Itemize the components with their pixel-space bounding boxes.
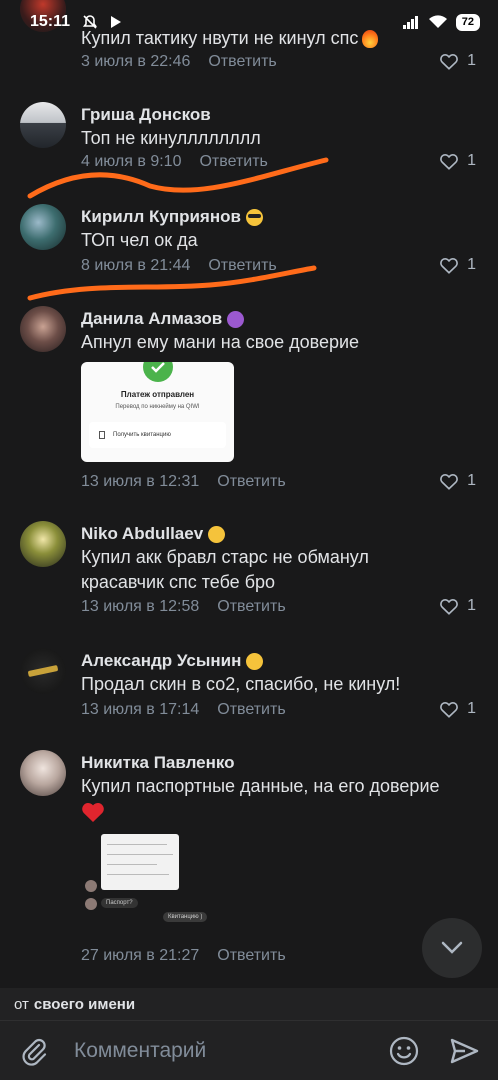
heart-icon xyxy=(440,702,459,718)
like-button[interactable]: 1 xyxy=(439,52,476,70)
emoji-button[interactable] xyxy=(388,1035,420,1067)
chat-bubble: Квитанцию ) xyxy=(163,912,208,922)
comment-author[interactable]: Данила Алмазов xyxy=(81,308,222,330)
reply-button[interactable]: Ответить xyxy=(217,597,285,617)
comment-author[interactable]: Гриша Донсков xyxy=(81,104,211,126)
comment-item: Кирилл Куприянов ТОп чел ок да 8 июля в … xyxy=(0,204,498,284)
reply-button[interactable]: Ответить xyxy=(217,946,285,966)
avatar[interactable] xyxy=(20,204,66,250)
comment-item: Гриша Донсков Топ не кинулллллллл 4 июля… xyxy=(0,102,498,182)
comment-text: красавчик спс тебе бро xyxy=(81,572,276,592)
comment-author[interactable]: Кирилл Куприянов xyxy=(81,206,241,228)
wifi-icon xyxy=(428,15,447,28)
like-count: 1 xyxy=(467,700,476,717)
avatar[interactable] xyxy=(20,521,66,567)
avatar[interactable] xyxy=(20,306,66,352)
avatar[interactable] xyxy=(20,750,66,796)
signal-icon xyxy=(402,16,418,29)
avatar[interactable] xyxy=(20,648,66,694)
comments-feed[interactable]: Купил тактику нвути не кинул спс 3 июля … xyxy=(0,0,498,988)
like-button[interactable]: 1 xyxy=(439,472,476,490)
check-icon xyxy=(143,362,173,382)
comment-item: Niko Abdullaev Купил акк бравл старс не … xyxy=(0,521,498,631)
comment-as-selector[interactable]: от своего имени xyxy=(0,988,498,1020)
comment-input[interactable]: Комментарий xyxy=(74,1039,206,1063)
comment-text: Апнул ему мани на свое доверие xyxy=(81,332,360,352)
comment-date: 8 июля в 21:44 xyxy=(81,257,191,274)
chat-screenshot[interactable]: Паспорт? Квитанцию ) xyxy=(81,832,241,930)
thinking-emoji-icon xyxy=(208,525,226,543)
heart-icon xyxy=(440,474,459,490)
sunglasses-emoji-icon xyxy=(245,208,263,226)
comment-item: Данила Алмазов Апнул ему мани на свое до… xyxy=(0,306,498,506)
reply-button[interactable]: Ответить xyxy=(208,52,276,72)
avatar[interactable] xyxy=(20,102,66,148)
mute-icon xyxy=(82,15,98,29)
comment-text: Продал скин в со2, спасибо, не кинул! xyxy=(81,674,401,694)
comment-author[interactable]: Александр Усынин xyxy=(81,650,241,672)
comment-date: 13 июля в 12:58 xyxy=(81,598,200,615)
paperclip-icon xyxy=(22,1038,47,1066)
like-button[interactable]: 1 xyxy=(439,597,476,615)
like-button[interactable]: 1 xyxy=(439,256,476,274)
avatar xyxy=(85,880,97,892)
comment-text: Купил паспортные данные, на его доверие xyxy=(81,776,440,796)
send-icon xyxy=(450,1038,479,1064)
comment-author[interactable]: Никитка Павленко xyxy=(81,752,235,774)
like-button[interactable]: 1 xyxy=(439,700,476,718)
reply-button[interactable]: Ответить xyxy=(208,256,276,276)
payment-subtitle: Перевод по никнейму на QIWI xyxy=(115,404,200,410)
comment-date: 4 июля в 9:10 xyxy=(81,153,182,170)
heart-icon xyxy=(440,599,459,615)
comment-author[interactable]: Niko Abdullaev xyxy=(81,523,203,545)
reply-button[interactable]: Ответить xyxy=(199,152,267,172)
like-count: 1 xyxy=(467,472,476,489)
send-button[interactable] xyxy=(448,1035,480,1067)
comment-date: 27 июля в 21:27 xyxy=(81,947,200,964)
avatar xyxy=(85,898,97,910)
heart-icon xyxy=(440,54,459,70)
crystal-ball-emoji-icon xyxy=(227,310,245,328)
smile-icon xyxy=(389,1036,419,1066)
document-preview xyxy=(101,834,179,890)
payment-title: Платеж отправлен xyxy=(120,390,195,399)
battery-indicator: 72 xyxy=(455,13,480,31)
comment-text: Топ не кинулллллллл xyxy=(81,128,261,148)
comment-date: 3 июля в 22:46 xyxy=(81,53,191,70)
like-count: 1 xyxy=(467,152,476,169)
receipt-icon xyxy=(99,431,105,439)
chat-bubble: Паспорт? xyxy=(101,898,138,908)
payment-screenshot[interactable]: Платеж отправлен Перевод по никнейму на … xyxy=(81,362,234,462)
from-name: своего имени xyxy=(33,995,136,1013)
comment-date: 13 июля в 12:31 xyxy=(81,473,200,490)
comment-date: 13 июля в 17:14 xyxy=(81,701,200,718)
rifle-icon xyxy=(27,664,59,678)
play-icon xyxy=(111,16,122,28)
attach-button[interactable] xyxy=(18,1035,50,1067)
status-bar: 15:11 72 xyxy=(0,0,498,44)
heart-icon xyxy=(440,154,459,170)
comment-text: ТОп чел ок да xyxy=(81,230,198,250)
reply-button[interactable]: Ответить xyxy=(217,700,285,720)
comment-text: Купил акк бравл старс не обманул xyxy=(81,547,369,567)
receipt-row: Получить квитанцию xyxy=(89,422,226,448)
heart-icon xyxy=(440,258,459,274)
heart-emoji-icon xyxy=(81,801,105,823)
comment-item: Александр Усынин Продал скин в со2, спас… xyxy=(0,648,498,728)
like-count: 1 xyxy=(467,597,476,614)
from-prefix: от xyxy=(14,995,29,1013)
like-count: 1 xyxy=(467,256,476,273)
status-time: 15:11 xyxy=(30,13,71,30)
scroll-down-button[interactable] xyxy=(422,918,482,978)
receipt-label: Получить квитанцию xyxy=(113,432,171,438)
like-button[interactable]: 1 xyxy=(439,152,476,170)
reply-button[interactable]: Ответить xyxy=(217,472,285,492)
comment-input-bar: Комментарий xyxy=(0,1020,498,1080)
like-count: 1 xyxy=(467,52,476,69)
expressionless-emoji-icon xyxy=(246,652,264,670)
chevron-down-icon xyxy=(441,941,463,954)
